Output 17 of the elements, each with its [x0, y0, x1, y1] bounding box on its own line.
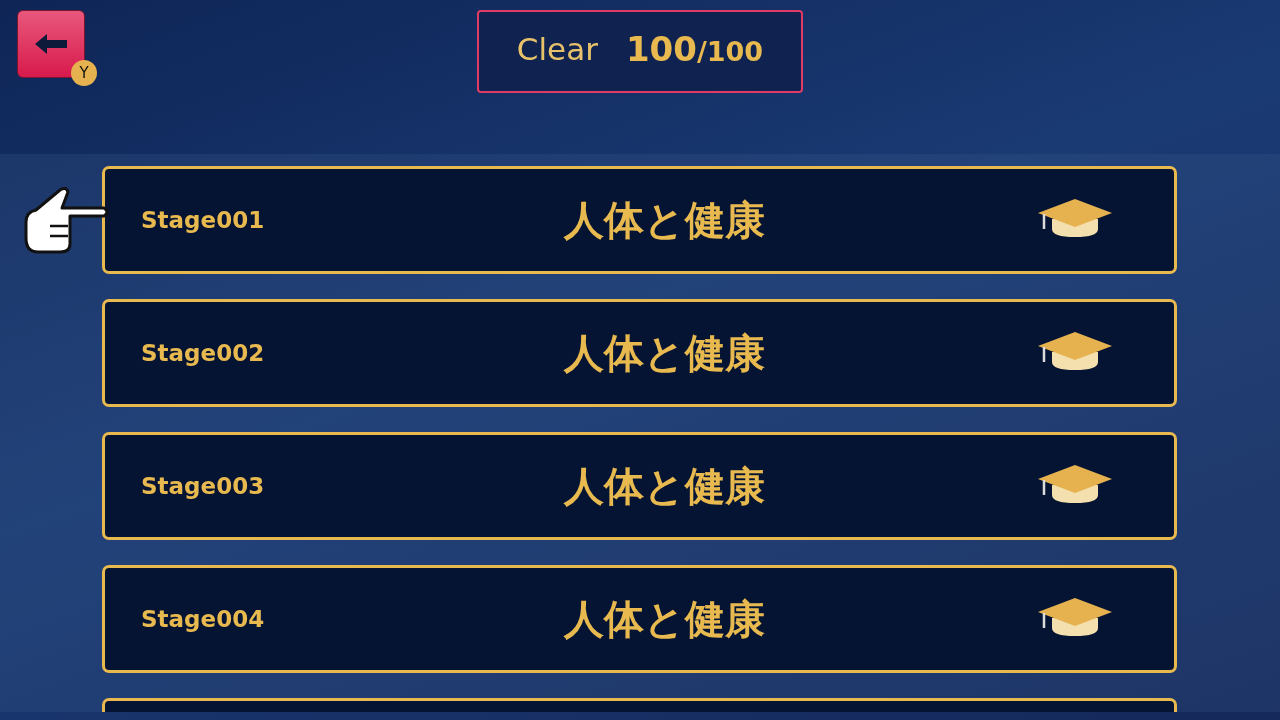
- key-hint-badge: Y: [71, 60, 97, 86]
- clear-total: /100: [696, 35, 764, 67]
- stage-card[interactable]: Stage001 人体と健康: [102, 166, 1177, 274]
- stage-title: 人体と健康: [562, 594, 766, 644]
- stage-title: 人体と健康: [562, 328, 766, 378]
- stage-label: Stage001: [141, 207, 266, 233]
- stage-card[interactable]: Stage003 人体と健康: [102, 432, 1177, 540]
- stage-label: Stage004: [141, 606, 266, 632]
- stage-label: Stage003: [141, 473, 266, 499]
- clear-label: Clear: [516, 30, 598, 67]
- clear-count: 100: [625, 28, 697, 69]
- stage-card[interactable]: Stage004 人体と健康: [102, 565, 1177, 673]
- stage-title: 人体と健康: [562, 461, 766, 511]
- stage-card[interactable]: Stage002 人体と健康: [102, 299, 1177, 407]
- stage-label: Stage002: [141, 340, 266, 366]
- stage-title: 人体と健康: [562, 195, 766, 245]
- back-arrow-icon: [35, 34, 67, 54]
